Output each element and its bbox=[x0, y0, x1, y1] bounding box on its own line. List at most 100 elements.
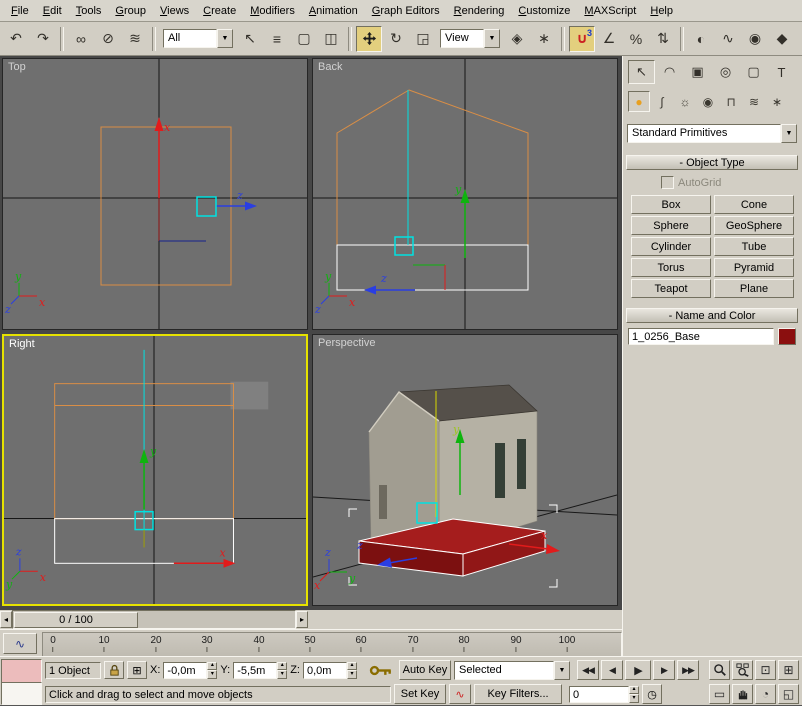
select-and-move-icon[interactable] bbox=[356, 26, 382, 52]
move-gizmo[interactable]: y z bbox=[364, 90, 470, 295]
z-spinner[interactable]: ▴▾ bbox=[347, 662, 357, 679]
zoom-icon[interactable] bbox=[709, 660, 730, 680]
tab-display-icon[interactable]: ▢ bbox=[740, 60, 767, 84]
menu-help[interactable]: Help bbox=[643, 2, 680, 20]
gizmo-plane-handle[interactable] bbox=[197, 197, 216, 216]
tab-create-icon[interactable]: ↖ bbox=[628, 60, 655, 84]
menu-group[interactable]: Group bbox=[108, 2, 153, 20]
menu-customize[interactable]: Customize bbox=[511, 2, 577, 20]
zoom-region-icon[interactable]: ▭ bbox=[709, 684, 730, 704]
menu-animation[interactable]: Animation bbox=[302, 2, 365, 20]
current-frame-value[interactable]: 0 bbox=[569, 686, 629, 703]
tab-utilities-icon[interactable]: T bbox=[768, 60, 795, 84]
go-to-start-icon[interactable]: ◀◀ bbox=[577, 660, 599, 680]
category-spacewarps-icon[interactable]: ≋ bbox=[743, 91, 765, 112]
spin-down-icon[interactable]: ▾ bbox=[277, 670, 287, 679]
menu-tools[interactable]: Tools bbox=[69, 2, 109, 20]
tube-button[interactable]: Tube bbox=[714, 237, 794, 256]
bind-to-space-warp-icon[interactable]: ≋ bbox=[122, 26, 148, 52]
y-coord-field[interactable]: -5,5m ▴▾ bbox=[233, 662, 287, 679]
pan-hand-icon[interactable] bbox=[732, 684, 753, 704]
x-spinner[interactable]: ▴▾ bbox=[207, 662, 217, 679]
select-by-name-icon[interactable]: ≡ bbox=[264, 26, 290, 52]
undo-icon[interactable]: ↶ bbox=[3, 26, 29, 52]
zoom-extents-icon[interactable]: ⊡ bbox=[755, 660, 776, 680]
go-to-end-icon[interactable]: ▶▶ bbox=[677, 660, 699, 680]
selected-base-wireframe[interactable] bbox=[337, 245, 528, 290]
viewport-top[interactable]: Top x z bbox=[2, 58, 308, 330]
tab-motion-icon[interactable]: ◎ bbox=[712, 60, 739, 84]
render-icon[interactable]: ◆ bbox=[769, 26, 795, 52]
pyramid-button[interactable]: Pyramid bbox=[714, 258, 794, 277]
z-coord-field[interactable]: 0,0m ▴▾ bbox=[303, 662, 357, 679]
category-helpers-icon[interactable]: ⊓ bbox=[720, 91, 742, 112]
angle-snap-icon[interactable]: ∠ bbox=[596, 26, 622, 52]
menu-modifiers[interactable]: Modifiers bbox=[243, 2, 302, 20]
spinner-snap-icon[interactable]: ⇅ bbox=[650, 26, 676, 52]
rectangular-selection-region-icon[interactable]: ▢ bbox=[291, 26, 317, 52]
cylinder-button[interactable]: Cylinder bbox=[631, 237, 711, 256]
zoom-extents-all-icon[interactable]: ⊞ bbox=[778, 660, 799, 680]
timeline-ruler[interactable]: 0 10 20 30 40 50 60 70 80 90 100 bbox=[42, 632, 622, 657]
selection-lock-icon[interactable] bbox=[104, 661, 124, 679]
next-frame-icon[interactable]: ▶ bbox=[653, 660, 675, 680]
teapot-button[interactable]: Teapot bbox=[631, 279, 711, 298]
x-coord-value[interactable]: -0,0m bbox=[163, 662, 207, 679]
torus-button[interactable]: Torus bbox=[631, 258, 711, 277]
snap-toggle-icon[interactable]: ∪ 3 bbox=[569, 26, 595, 52]
geosphere-button[interactable]: GeoSphere bbox=[714, 216, 794, 235]
menu-graph-editors[interactable]: Graph Editors bbox=[365, 2, 447, 20]
chevron-down-icon[interactable]: ▼ bbox=[781, 124, 797, 143]
material-editor-icon[interactable]: ◉ bbox=[742, 26, 768, 52]
set-key-button[interactable]: Set Key bbox=[394, 684, 446, 704]
z-coord-value[interactable]: 0,0m bbox=[303, 662, 347, 679]
listener-pane[interactable] bbox=[1, 682, 42, 705]
key-tangents-icon[interactable]: ∿ bbox=[449, 684, 471, 704]
box-button[interactable]: Box bbox=[631, 195, 711, 214]
window-crossing-icon[interactable]: ◫ bbox=[318, 26, 344, 52]
spin-up-icon[interactable]: ▴ bbox=[347, 662, 357, 671]
menu-maxscript[interactable]: MAXScript bbox=[577, 2, 643, 20]
object-color-swatch[interactable] bbox=[778, 328, 796, 345]
tab-hierarchy-icon[interactable]: ▣ bbox=[684, 60, 711, 84]
mini-curve-editor-icon[interactable]: ∿ bbox=[3, 633, 37, 654]
key-selection-dropdown[interactable]: Selected ▼ bbox=[454, 661, 570, 680]
select-and-scale-icon[interactable]: ◲ bbox=[410, 26, 436, 52]
primitives-dropdown[interactable]: Standard Primitives ▼ bbox=[627, 124, 797, 143]
frame-spinner[interactable]: ▴▾ bbox=[629, 686, 639, 703]
box-wireframe-top[interactable] bbox=[101, 127, 231, 285]
spin-up-icon[interactable]: ▴ bbox=[629, 686, 639, 695]
previous-frame-icon[interactable]: ◀ bbox=[601, 660, 623, 680]
viewport-top-label[interactable]: Top bbox=[8, 61, 26, 73]
select-and-link-icon[interactable]: ∞ bbox=[68, 26, 94, 52]
viewport-right[interactable]: Right y bbox=[2, 334, 308, 606]
select-and-rotate-icon[interactable]: ↻ bbox=[383, 26, 409, 52]
viewport-back-label[interactable]: Back bbox=[318, 61, 342, 73]
chevron-down-icon[interactable]: ▼ bbox=[484, 29, 500, 48]
zoom-all-icon[interactable] bbox=[732, 660, 753, 680]
rollout-object-type[interactable]: - Object Type bbox=[626, 155, 798, 170]
time-slider-thumb[interactable]: 0 / 100 bbox=[14, 612, 138, 628]
gizmo-plane-handle[interactable] bbox=[395, 237, 413, 255]
curve-editor-icon[interactable]: ∿ bbox=[715, 26, 741, 52]
select-object-icon[interactable]: ↖ bbox=[237, 26, 263, 52]
category-shapes-icon[interactable]: ∫ bbox=[651, 91, 673, 112]
menu-file[interactable]: File bbox=[4, 2, 36, 20]
menu-rendering[interactable]: Rendering bbox=[447, 2, 512, 20]
min-max-toggle-icon[interactable]: ◱ bbox=[778, 684, 799, 704]
object-name-input[interactable]: 1_0256_Base bbox=[628, 328, 774, 345]
viewport-perspective-canvas[interactable]: y x z z y x bbox=[313, 335, 617, 605]
mirror-icon[interactable]: ◐ bbox=[688, 26, 714, 52]
viewport-back-canvas[interactable]: y z y x z bbox=[313, 59, 617, 329]
category-cameras-icon[interactable]: ◉ bbox=[697, 91, 719, 112]
spin-up-icon[interactable]: ▴ bbox=[277, 662, 287, 671]
menu-create[interactable]: Create bbox=[196, 2, 243, 20]
rollout-name-and-color[interactable]: - Name and Color bbox=[626, 308, 798, 323]
viewport-top-canvas[interactable]: x z y x z bbox=[3, 59, 307, 329]
auto-key-button[interactable]: Auto Key bbox=[399, 660, 451, 680]
set-keys-key-icon[interactable] bbox=[366, 661, 396, 679]
time-slider-next-icon[interactable]: ▸ bbox=[296, 611, 308, 628]
viewport-right-canvas[interactable]: y x z x y bbox=[4, 336, 306, 604]
chevron-down-icon[interactable]: ▼ bbox=[554, 661, 570, 680]
spin-down-icon[interactable]: ▾ bbox=[207, 670, 217, 679]
